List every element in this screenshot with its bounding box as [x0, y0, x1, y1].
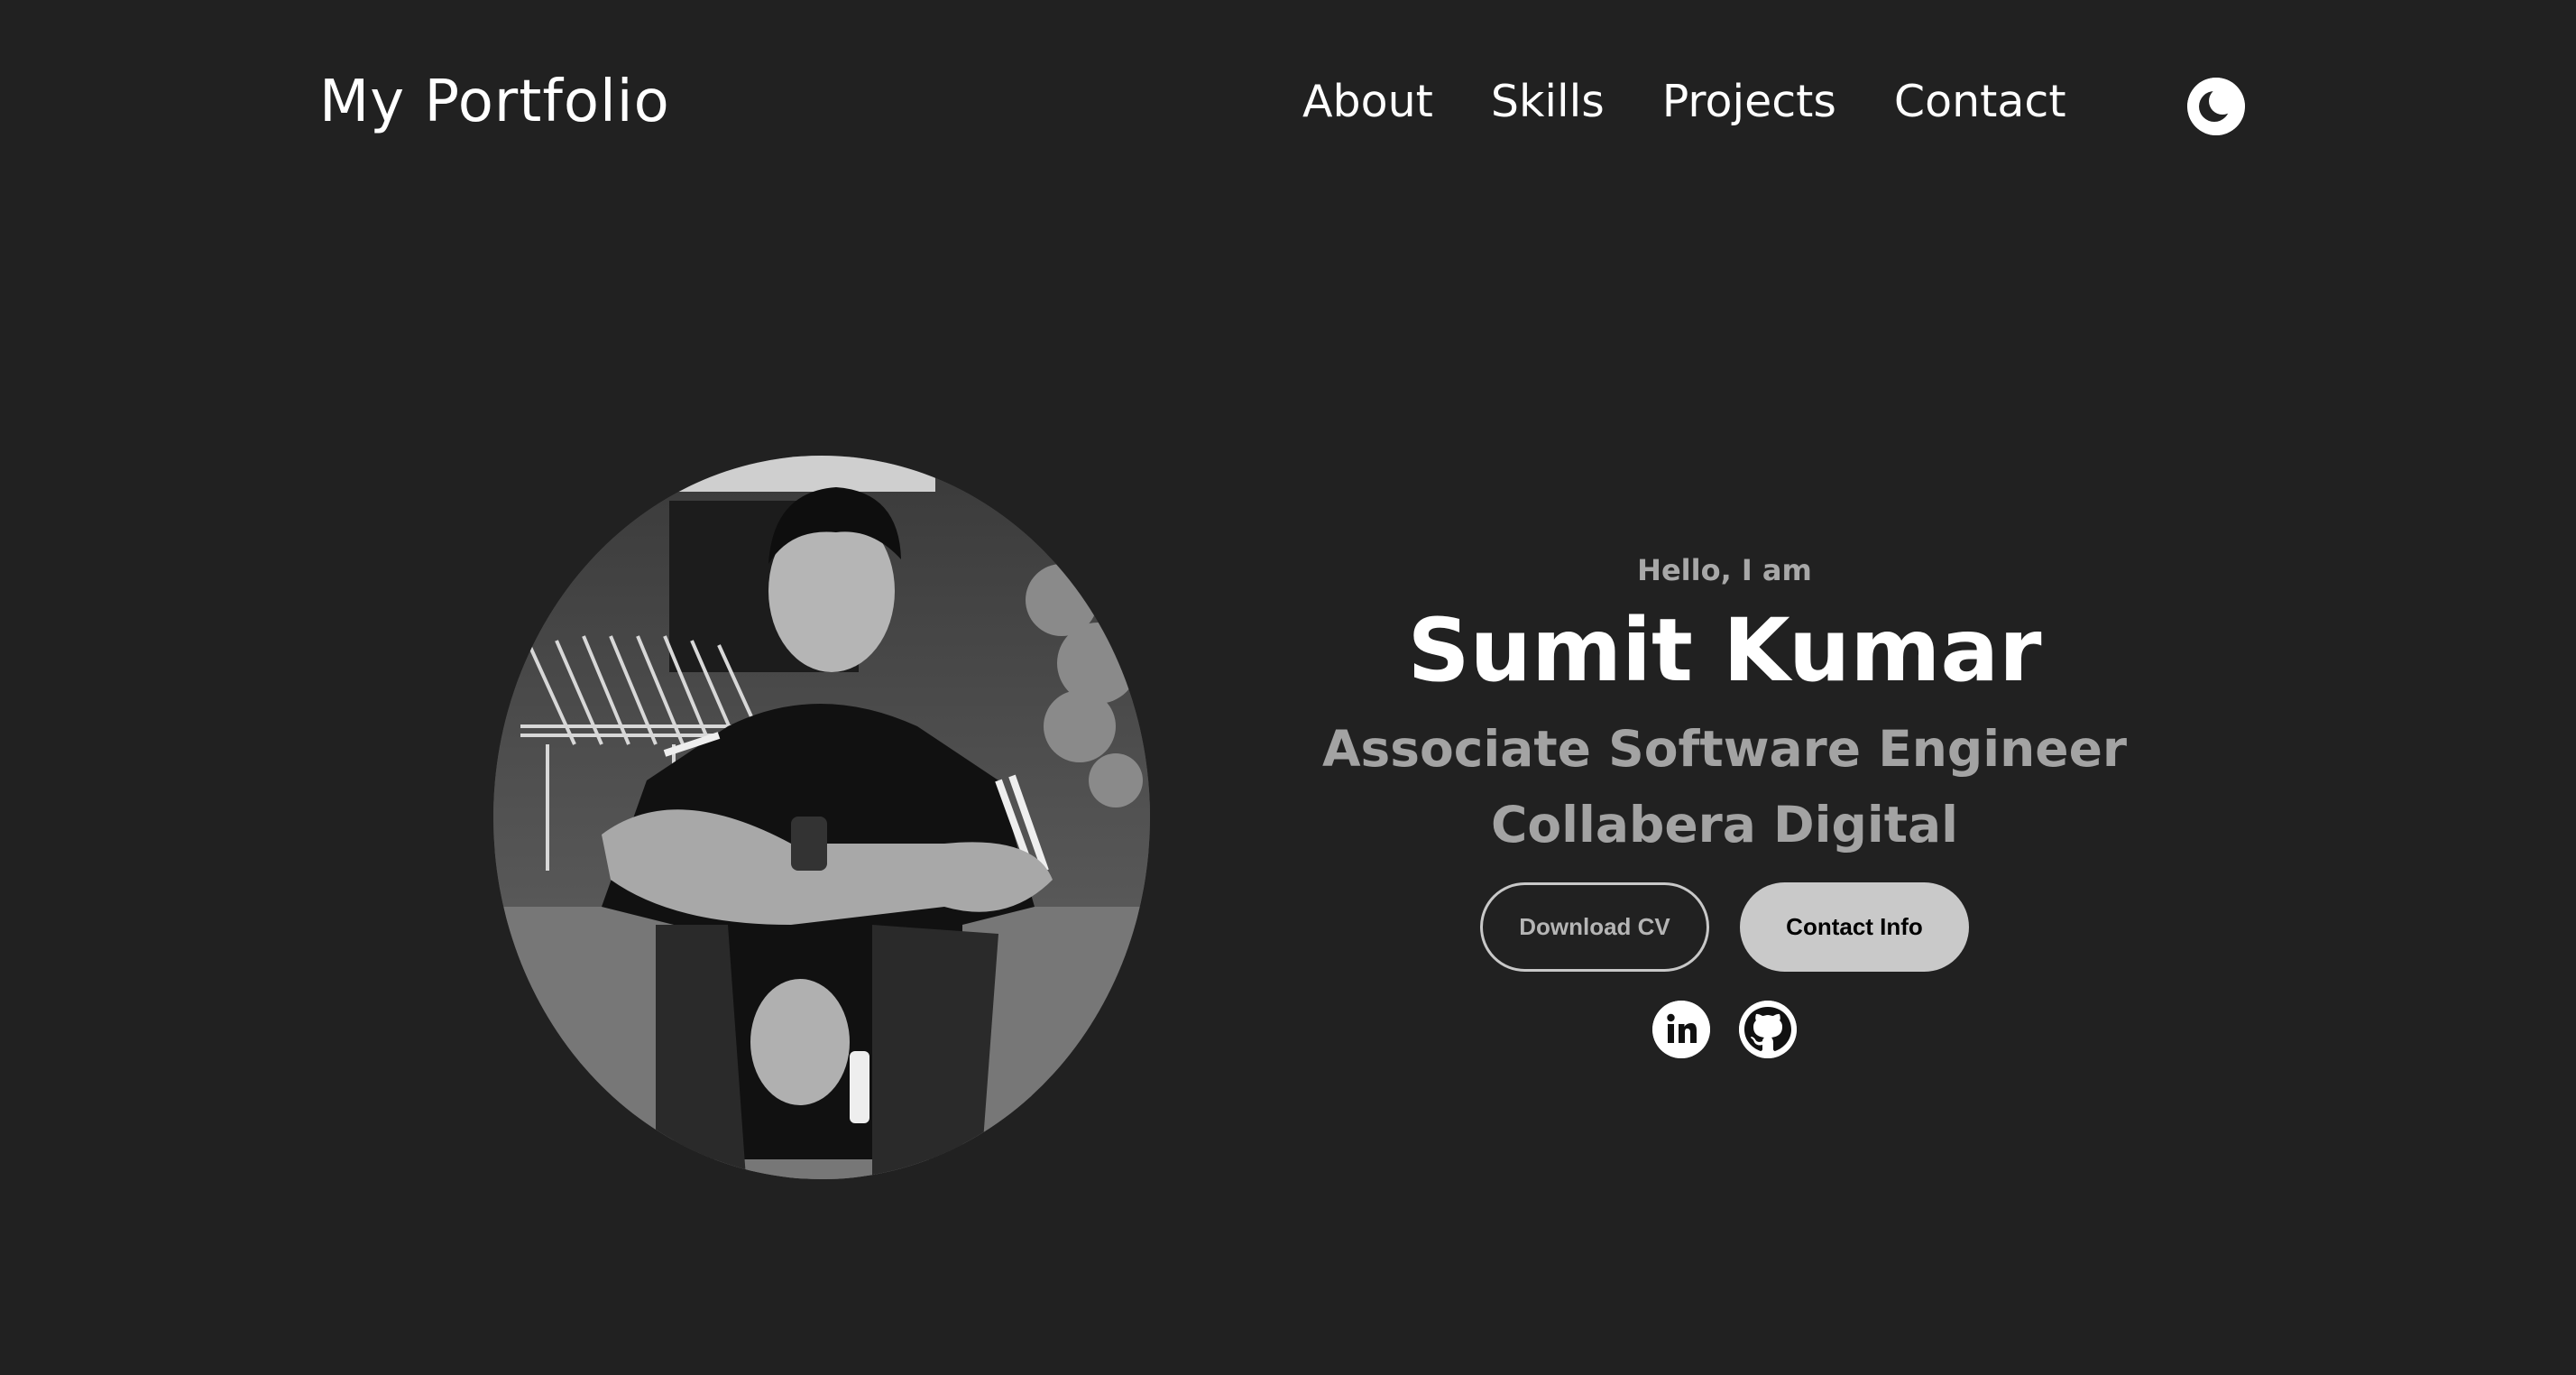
- company-text: Collabera Digital: [1490, 796, 1958, 854]
- github-link[interactable]: [1739, 1001, 1797, 1058]
- moon-icon: [2187, 78, 2245, 135]
- main-nav: About Skills Projects Contact: [1302, 76, 2066, 127]
- linkedin-icon: [1652, 1001, 1710, 1058]
- social-links: [1274, 1001, 2176, 1058]
- nav-about[interactable]: About: [1302, 76, 1433, 127]
- linkedin-link[interactable]: [1652, 1001, 1710, 1058]
- contact-info-button[interactable]: Contact Info: [1740, 882, 1969, 972]
- profile-photo: [493, 456, 1150, 1179]
- nav-skills[interactable]: Skills: [1491, 76, 1605, 127]
- download-cv-button[interactable]: Download CV: [1480, 882, 1709, 972]
- page: My Portfolio About Skills Projects Conta…: [0, 0, 2576, 1375]
- hero-buttons: Download CV Contact Info: [1274, 882, 2176, 972]
- theme-toggle-button[interactable]: [2187, 78, 2245, 135]
- hero-section: Hello, I am Sumit Kumar Associate Softwa…: [1274, 550, 2176, 1058]
- role-text: Associate Software Engineer: [1321, 720, 2128, 778]
- nav-contact[interactable]: Contact: [1894, 76, 2066, 127]
- github-icon: [1739, 1001, 1797, 1058]
- greeting-text: Hello, I am: [1637, 553, 1812, 587]
- name-heading: Sumit Kumar: [1407, 600, 2042, 701]
- logo[interactable]: My Portfolio: [319, 69, 670, 135]
- nav-projects[interactable]: Projects: [1662, 76, 1836, 127]
